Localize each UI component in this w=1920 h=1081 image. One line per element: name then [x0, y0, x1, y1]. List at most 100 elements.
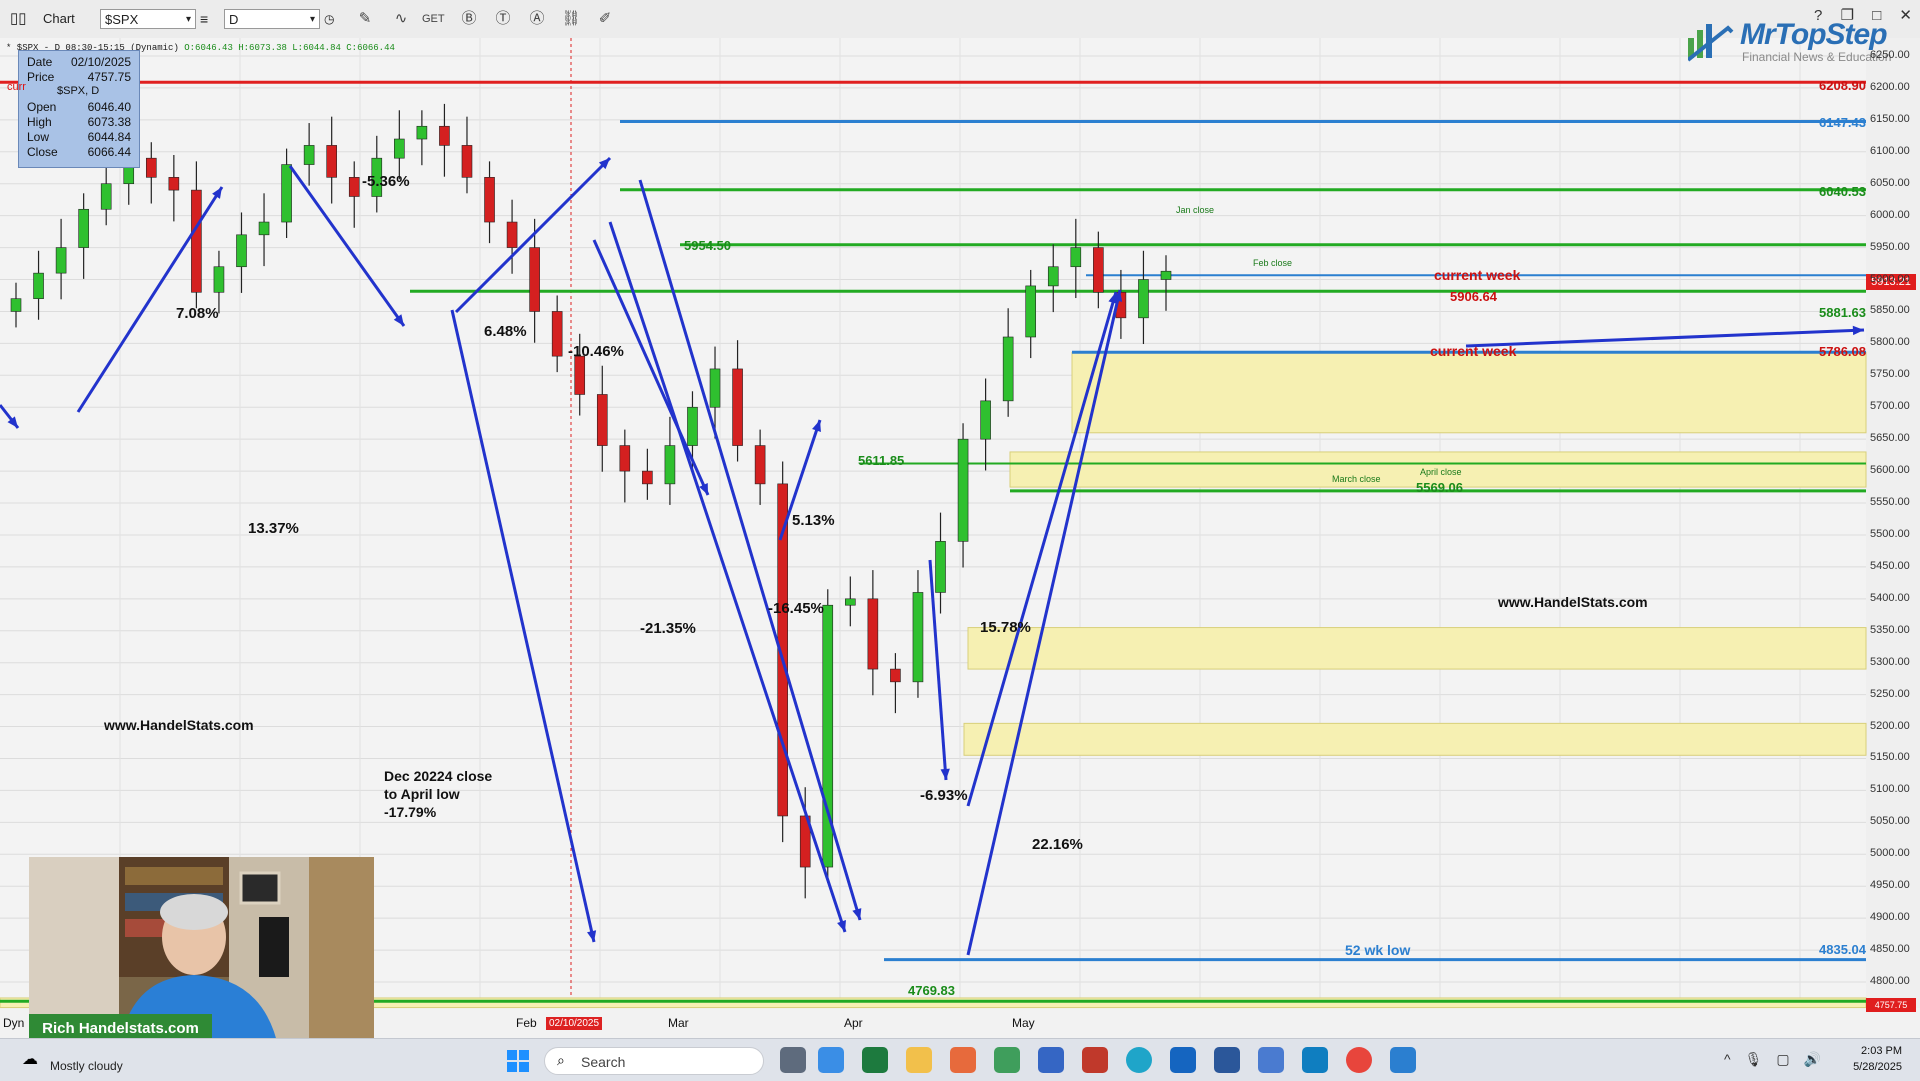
edge-icon[interactable]	[1126, 1047, 1152, 1073]
logo-tagline: Financial News & Education	[1742, 50, 1892, 64]
date-label: Date	[27, 55, 53, 69]
get-button[interactable]: GET	[422, 8, 445, 30]
pct-annotation: -10.46%	[568, 343, 624, 360]
a-circle-icon[interactable]: Ⓐ	[526, 8, 548, 30]
candle-up	[33, 272, 44, 299]
52wk-low-label: 52 wk low	[1345, 942, 1411, 958]
x-axis-dyn: Dyn	[3, 1016, 25, 1030]
pct-annotation: 22.16%	[1032, 836, 1083, 853]
y-axis-tick: 5850.00	[1870, 304, 1910, 317]
wave-icon[interactable]: ∿	[390, 8, 412, 30]
app-icon[interactable]	[950, 1047, 976, 1073]
task-view-icon[interactable]	[780, 1047, 806, 1073]
y-axis-tick: 6150.00	[1870, 112, 1910, 125]
app-icon[interactable]	[1082, 1047, 1108, 1073]
candle-down	[1093, 247, 1104, 293]
y-axis-tick: 5750.00	[1870, 368, 1910, 381]
level-label: 5569.06	[1416, 480, 1463, 495]
jan-close-label: Jan close	[1176, 205, 1215, 215]
link-icon[interactable]: ⛓	[560, 8, 582, 30]
pct-annotation: 5.13%	[792, 512, 835, 529]
chart-toolbar: ▯▯ Chart $SPX ▾ ≡ D ▾ ◷ ✎ ∿ GET Ⓑ Ⓣ Ⓐ ⛓ …	[0, 0, 1920, 39]
y-axis-tick: 6100.00	[1870, 144, 1910, 157]
candle-up	[980, 400, 991, 440]
y-axis-tick: 5600.00	[1870, 464, 1910, 477]
candle-down	[439, 125, 450, 146]
level-6040: 6040.53	[1819, 184, 1866, 199]
candle-down	[191, 189, 202, 293]
candle-up	[1002, 336, 1014, 402]
list-icon[interactable]: ≡	[200, 9, 208, 29]
logo-wordmark: MrTopStep	[1740, 18, 1888, 51]
candle-down	[754, 445, 766, 485]
level-label: 4769.83	[908, 983, 955, 998]
date-value: 02/10/2025	[70, 55, 131, 69]
es-app-icon[interactable]	[1302, 1047, 1328, 1073]
status-ohlc: O:6046.43 H:6073.38 L:6044.84 C:6066.44	[184, 43, 395, 53]
candle-up	[1070, 247, 1082, 268]
level-5786: 5786.08	[1819, 344, 1866, 359]
clock-time: 2:03 PM	[1861, 1045, 1902, 1057]
candle-down	[890, 668, 901, 683]
candle-down	[551, 311, 563, 357]
windows-taskbar: ☁ Mostly cloudy ⌕ Search ^🎙▢🔊 2:03 PM 5/…	[0, 1038, 1920, 1081]
snip-app-icon[interactable]	[818, 1047, 844, 1073]
taskbar-clock[interactable]: 2:03 PM 5/28/2025	[1853, 1043, 1902, 1075]
pencil-icon[interactable]: ✎	[354, 8, 376, 30]
symbol-select[interactable]: $SPX ▾	[100, 9, 196, 29]
data-window: curr Date 02/10/2025 Price 4757.75 $SPX, D…	[7, 50, 140, 168]
candle-up	[957, 438, 969, 542]
level-5881: 5881.63	[1819, 305, 1866, 320]
candle-up	[281, 164, 292, 223]
candle-up	[1047, 266, 1059, 287]
interval-select[interactable]: D ▾	[224, 9, 320, 29]
edit-icon[interactable]: ✐	[594, 8, 616, 30]
excel-icon[interactable]	[862, 1047, 888, 1073]
file-explorer-icon[interactable]	[906, 1047, 932, 1073]
chart-window-icon: ▯▯	[10, 10, 27, 27]
close-label: Close	[27, 145, 58, 159]
candle-up	[1138, 279, 1149, 319]
candle-up	[935, 541, 946, 593]
clock-date: 5/28/2025	[1853, 1061, 1902, 1073]
windows-start-icon[interactable]	[506, 1049, 530, 1073]
feb-close-label: Feb close	[1253, 258, 1293, 268]
candle-down	[348, 177, 360, 197]
pct-annotation: -5.36%	[362, 173, 410, 190]
y-axis-tick: 5150.00	[1870, 751, 1910, 764]
y-axis-tick: 5350.00	[1870, 623, 1910, 636]
low-price-tag: 4757.75	[1866, 998, 1916, 1012]
b-circle-icon[interactable]: Ⓑ	[458, 8, 480, 30]
level-4835: 4835.04	[1819, 942, 1866, 957]
word-icon[interactable]	[1214, 1047, 1240, 1073]
y-axis-tick: 5050.00	[1870, 815, 1910, 828]
chrome-icon[interactable]	[1346, 1047, 1372, 1073]
chevron-down-icon: ▾	[185, 14, 191, 25]
notepad-icon[interactable]	[1390, 1047, 1416, 1073]
pen-app-icon[interactable]	[1258, 1047, 1284, 1073]
y-axis-tick: 6250.00	[1870, 49, 1910, 61]
y-axis-tick: 4850.00	[1870, 943, 1910, 956]
pct-annotation: 7.08%	[176, 305, 219, 322]
candle-up	[394, 138, 405, 159]
low-row: Low 6044.84	[27, 130, 137, 145]
taskbar-search[interactable]: ⌕ Search	[544, 1047, 764, 1075]
pct-annotation: 15.78%	[980, 619, 1031, 636]
weather-icon[interactable]: ☁	[22, 1049, 38, 1069]
system-tray[interactable]: ^🎙▢🔊	[1724, 1051, 1835, 1068]
march-close-label: March close	[1332, 474, 1381, 484]
level-label: 5954.50	[684, 238, 731, 253]
pct-annotation: -6.93%	[920, 787, 968, 804]
outlook-icon[interactable]	[1170, 1047, 1196, 1073]
weather-status[interactable]: Mostly cloudy	[50, 1059, 123, 1073]
t-circle-icon[interactable]: Ⓣ	[492, 8, 514, 30]
open-label: Open	[27, 100, 57, 114]
x-axis-month: Mar	[668, 1016, 689, 1030]
app-icon[interactable]	[994, 1047, 1020, 1073]
clock-icon[interactable]: ◷	[324, 9, 334, 29]
y-axis-tick: 5950.00	[1870, 240, 1910, 253]
candle-up	[912, 592, 924, 683]
level-6147: 6147.43	[1819, 115, 1866, 130]
chart-app-icon[interactable]	[1038, 1047, 1064, 1073]
candle-down	[732, 368, 743, 446]
